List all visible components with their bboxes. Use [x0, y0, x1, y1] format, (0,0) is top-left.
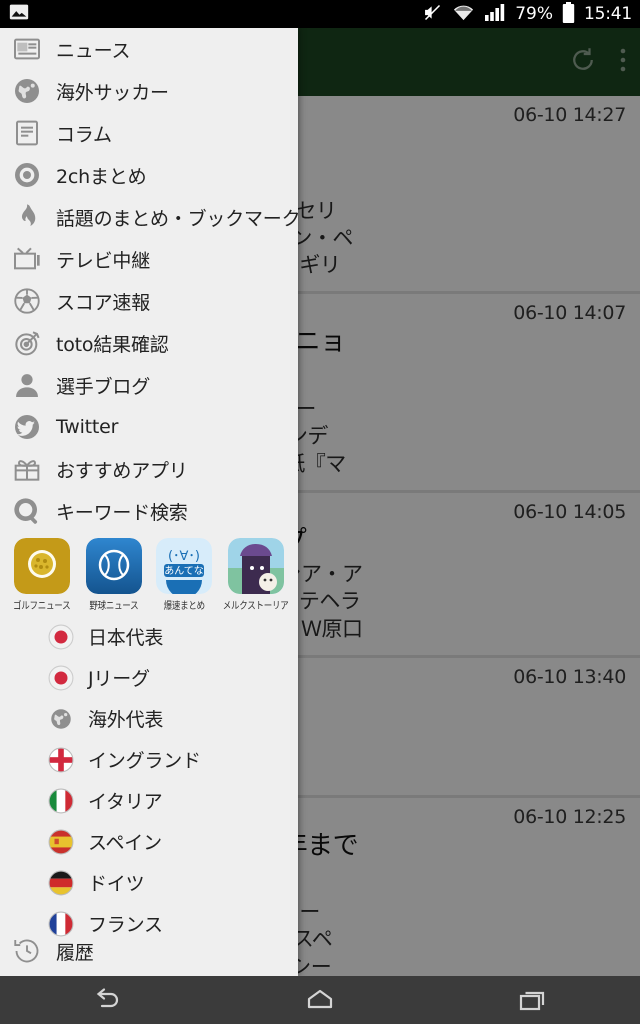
- japan-flag-icon: [48, 665, 74, 691]
- signal-icon: [484, 2, 506, 26]
- document-icon: [10, 116, 44, 150]
- drawer-item-5[interactable]: テレビ中継: [0, 238, 298, 280]
- england-flag-icon: [48, 747, 74, 773]
- drawer-subitem-1[interactable]: Jリーグ: [0, 657, 298, 698]
- soccer-ball-icon: [10, 284, 44, 318]
- antenna-app-icon: (･∀･) あんてな: [155, 538, 212, 594]
- recents-button[interactable]: [488, 976, 578, 1024]
- globe-icon: [48, 706, 74, 732]
- drawer-item-label: おすすめアプリ: [56, 459, 188, 482]
- flame-icon: [10, 200, 44, 234]
- app-promo-3[interactable]: メルクストーリア: [222, 538, 290, 612]
- drawer-item-label: 海外サッカー: [56, 81, 169, 104]
- drawer-item-label: 2chまとめ: [56, 165, 147, 188]
- japan-flag-icon: [48, 624, 74, 650]
- baseball-news-app-icon: [85, 538, 142, 594]
- person-icon: [10, 368, 44, 402]
- newspaper-icon: [10, 32, 44, 66]
- merc-storia-app-icon: [228, 538, 284, 594]
- germany-flag-icon: [48, 870, 74, 896]
- battery-percent-label: 79%: [515, 4, 553, 24]
- drawer-item-label: ニュース: [56, 39, 131, 62]
- status-bar: 79% 15:41: [0, 0, 640, 28]
- drawer-item-0[interactable]: ニュース: [0, 28, 298, 70]
- globe-icon: [10, 74, 44, 108]
- drawer-item-7[interactable]: toto結果確認: [0, 322, 298, 364]
- app-promo-label: 野球ニュース: [89, 601, 139, 612]
- drawer-subitem-label: スペイン: [88, 832, 162, 854]
- drawer-subitem-label: イングランド: [88, 750, 201, 772]
- history-clock-icon: [10, 934, 44, 968]
- app-promo-0[interactable]: ゴルフニュース: [8, 538, 75, 612]
- drawer-item-label: Twitter: [56, 416, 119, 438]
- svg-text:あんてな: あんてな: [164, 565, 204, 577]
- drawer-scroll-area[interactable]: ニュース海外サッカー コラム 2chまとめ話題のまとめ・ブックマーク テレビ中継スコア…: [0, 28, 298, 976]
- spain-flag-icon: [48, 829, 74, 855]
- battery-icon: [562, 1, 575, 27]
- drawer-subitem-label: ドイツ: [88, 873, 145, 895]
- drawer-item-label: toto結果確認: [56, 333, 169, 356]
- drawer-item-label: キーワード検索: [56, 501, 188, 524]
- drawer-item-label: スコア速報: [56, 291, 151, 314]
- back-button[interactable]: [62, 976, 152, 1024]
- clock-label: 15:41: [584, 4, 632, 24]
- recommended-apps-row[interactable]: ゴルフニュース 野球ニュース (･∀･) あんてな 爆速まとめ メルクストーリア: [0, 532, 298, 616]
- gift-icon: [10, 452, 44, 486]
- drawer-item-11[interactable]: キーワード検索: [0, 490, 298, 532]
- drawer-subitem-label: イタリア: [88, 791, 163, 813]
- search-icon: [10, 494, 44, 528]
- navigation-drawer: ニュース海外サッカー コラム 2chまとめ話題のまとめ・ブックマーク テレビ中継スコア…: [0, 28, 298, 976]
- svg-text:(･∀･): (･∀･): [168, 549, 200, 564]
- app-promo-2[interactable]: (･∀･) あんてな爆速まとめ: [152, 538, 216, 612]
- app-promo-label: メルクストーリア: [223, 601, 289, 612]
- drawer-item-label: 選手ブログ: [56, 375, 151, 398]
- android-nav-bar: [0, 976, 640, 1024]
- drawer-item-8[interactable]: 選手ブログ: [0, 364, 298, 406]
- drawer-item-6[interactable]: スコア速報: [0, 280, 298, 322]
- twitter-bird-icon: [10, 410, 44, 444]
- dartboard-icon: [10, 326, 44, 360]
- drawer-subitem-3[interactable]: イングランド: [0, 739, 298, 780]
- drawer-item-2[interactable]: コラム: [0, 112, 298, 154]
- drawer-item-4[interactable]: 話題のまとめ・ブックマーク: [0, 196, 298, 238]
- phone-screen: 06-10 14:27のFWペリシッチ獲得 バチーム加入を熱望ーグのマンチェスタ…: [0, 0, 640, 1024]
- drawer-item-label: 履歴: [56, 941, 94, 964]
- home-button[interactable]: [275, 976, 365, 1024]
- drawer-subitem-6[interactable]: ドイツ: [0, 862, 298, 903]
- drawer-item-label: コラム: [56, 123, 112, 146]
- drawer-item-label: テレビ中継: [56, 249, 151, 272]
- drawer-subitem-label: Jリーグ: [88, 668, 150, 690]
- image-notification-icon: [8, 1, 30, 27]
- drawer-subitem-label: 海外代表: [88, 709, 164, 731]
- drawer-item-3[interactable]: 2chまとめ: [0, 154, 298, 196]
- drawer-subitem-4[interactable]: イタリア: [0, 780, 298, 821]
- mute-icon: [422, 2, 443, 27]
- drawer-subitem-2[interactable]: 海外代表: [0, 698, 298, 739]
- app-promo-1[interactable]: 野球ニュース: [81, 538, 145, 612]
- app-promo-label: 爆速まとめ: [163, 601, 205, 612]
- target-icon: [10, 158, 44, 192]
- drawer-item-history[interactable]: 履歴: [0, 930, 298, 972]
- golf-news-app-icon: [13, 538, 70, 594]
- wifi-icon: [452, 2, 475, 26]
- drawer-subitem-label: 日本代表: [88, 627, 164, 649]
- drawer-item-9[interactable]: Twitter: [0, 406, 298, 448]
- italy-flag-icon: [48, 788, 74, 814]
- tv-icon: [10, 242, 44, 276]
- drawer-item-1[interactable]: 海外サッカー: [0, 70, 298, 112]
- app-promo-label: ゴルフニュース: [13, 601, 71, 612]
- drawer-subitem-5[interactable]: スペイン: [0, 821, 298, 862]
- drawer-item-label: 話題のまとめ・ブックマーク: [56, 207, 298, 230]
- drawer-item-10[interactable]: おすすめアプリ: [0, 448, 298, 490]
- drawer-subitem-0[interactable]: 日本代表: [0, 616, 298, 657]
